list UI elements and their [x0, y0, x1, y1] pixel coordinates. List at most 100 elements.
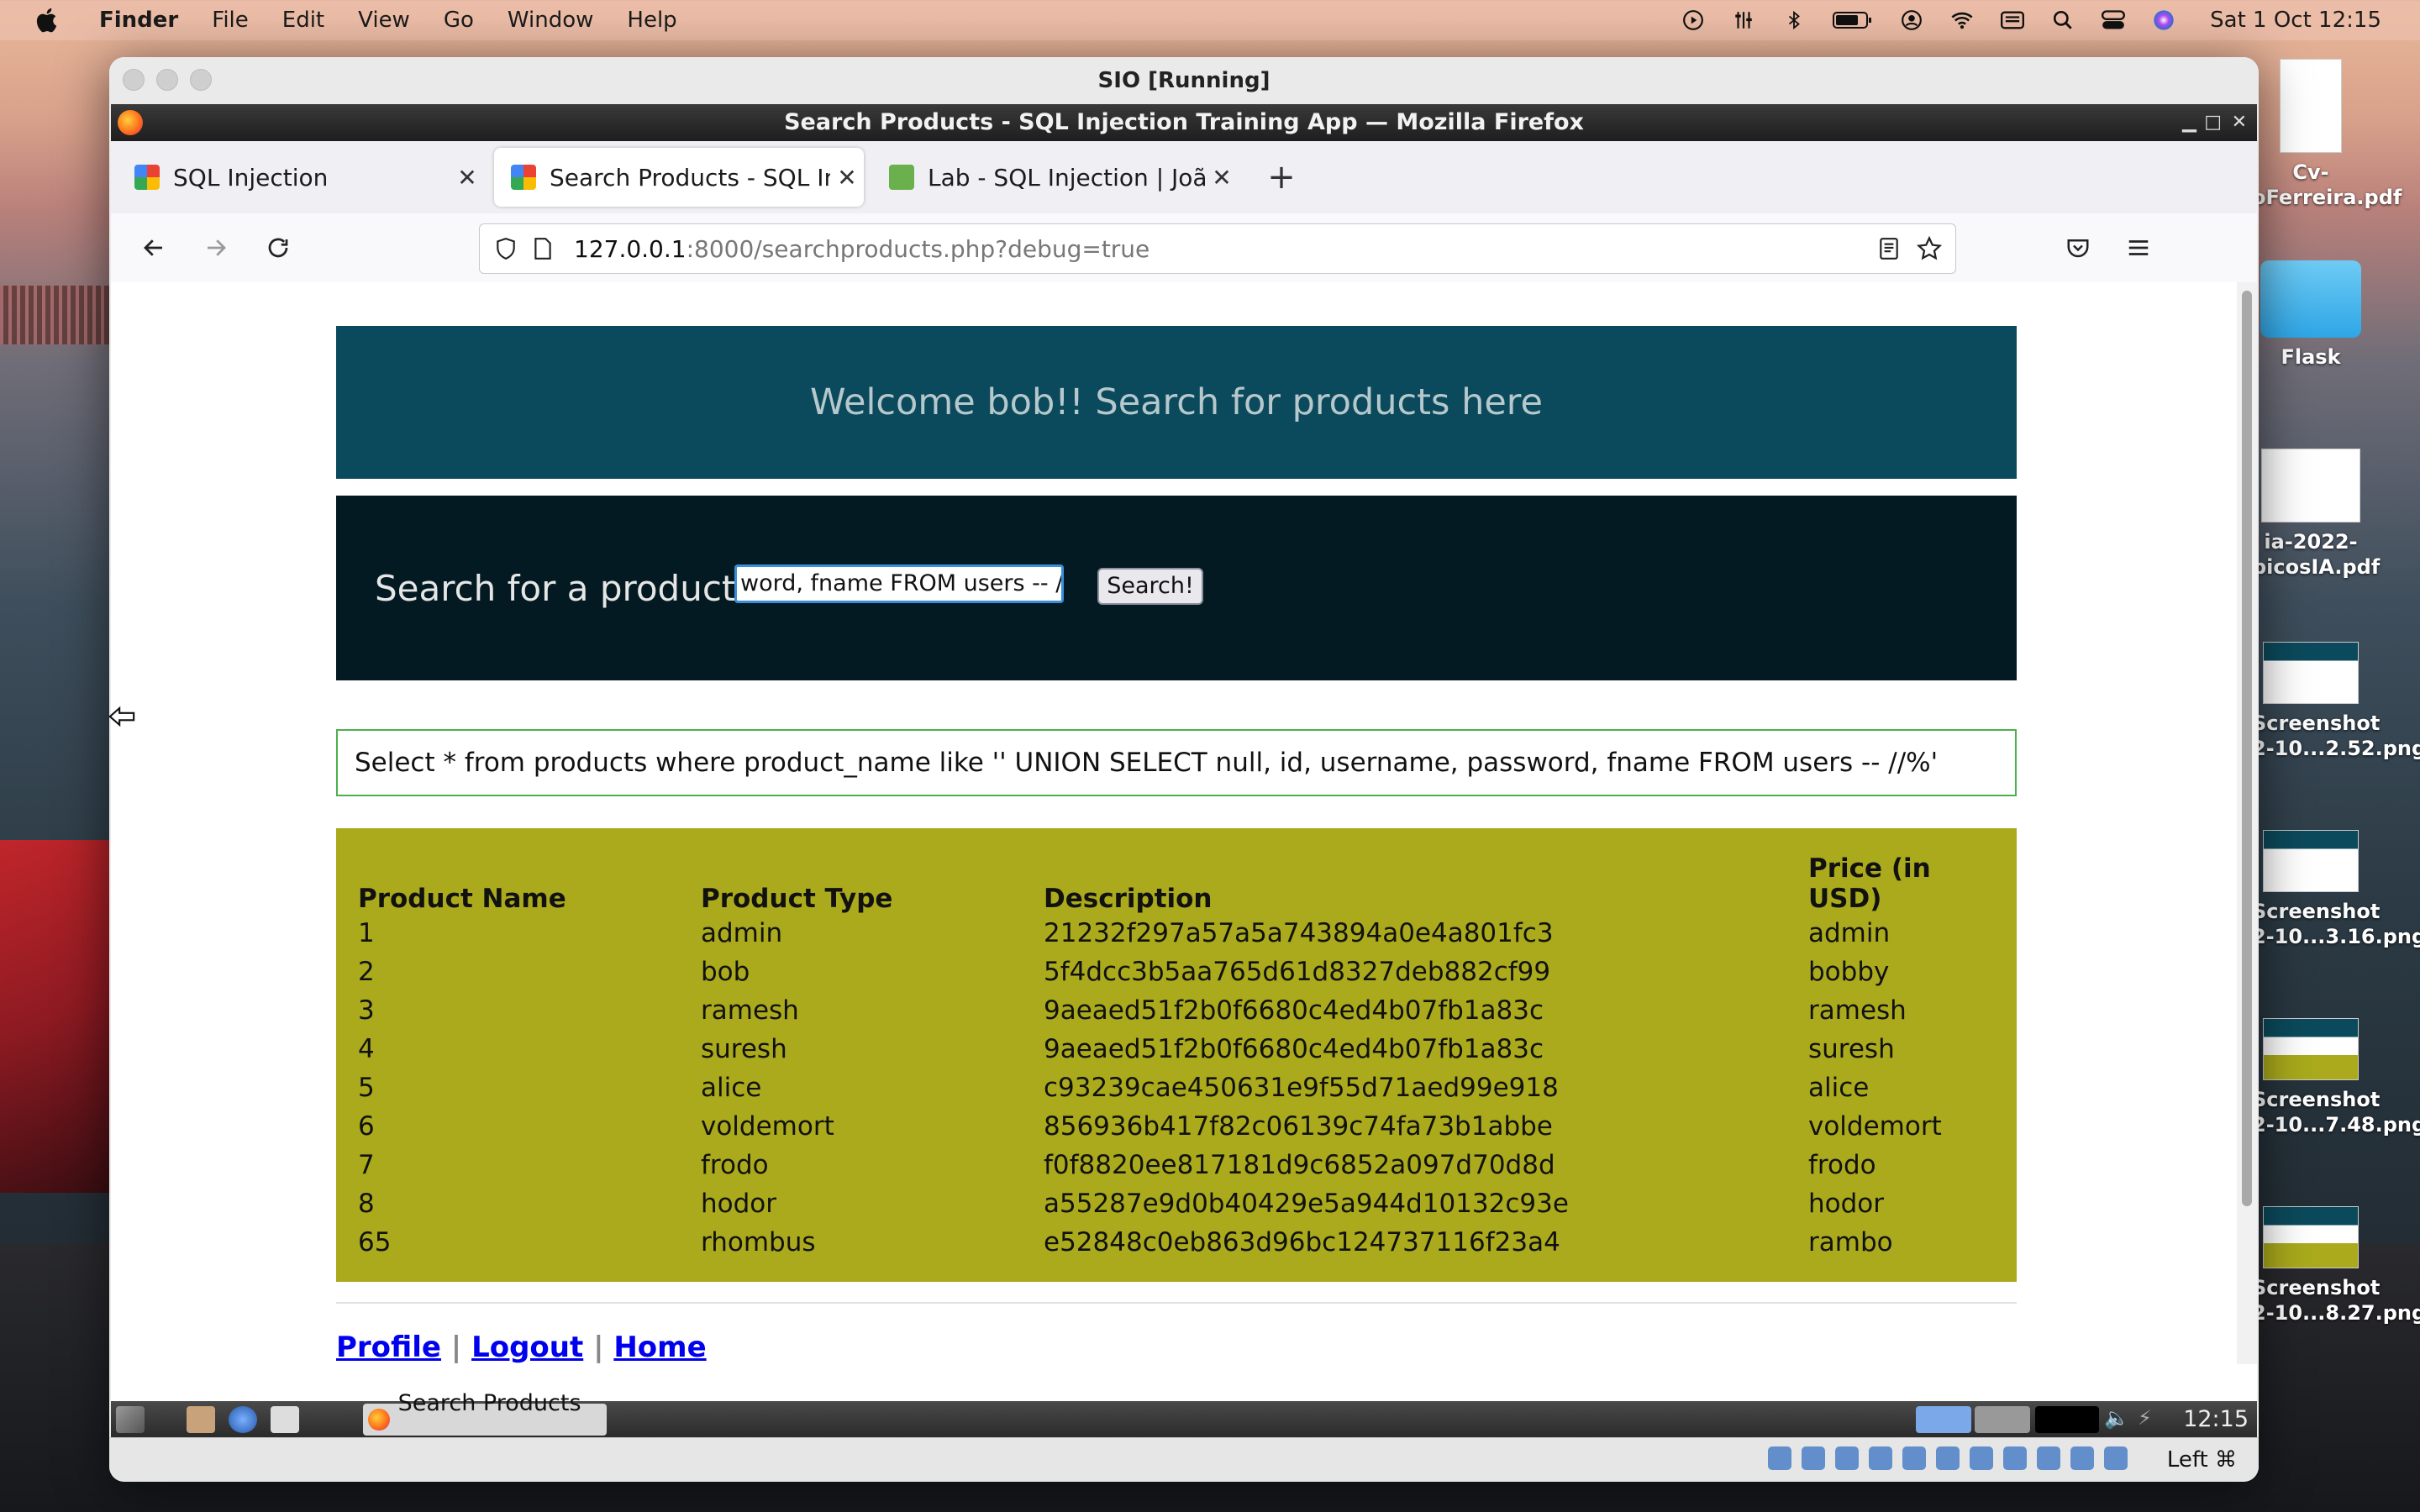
tab-close-icon[interactable]: ✕ [1205, 164, 1239, 192]
tab-close-icon[interactable]: ✕ [830, 164, 864, 192]
tab-lab-sql-injection[interactable]: Lab - SQL Injection | João ✕ [872, 148, 1239, 207]
tab-sql-injection[interactable]: SQL Injection ✕ [118, 148, 484, 207]
menu-go[interactable]: Go [444, 8, 474, 33]
image-thumbnail-icon [2263, 1206, 2359, 1268]
vm-window-title: SIO [Running] [109, 57, 2259, 104]
audio-device-icon[interactable] [1835, 1446, 1859, 1470]
spotlight-search-icon[interactable] [2050, 8, 2075, 32]
link-separator: | [583, 1331, 614, 1364]
volume-icon[interactable]: 🔈 [2104, 1406, 2129, 1433]
tab-search-products[interactable]: Search Products - SQL Inj ✕ [494, 148, 864, 207]
maximize-icon[interactable]: □ [2204, 104, 2222, 141]
user-account-icon[interactable] [1899, 8, 1924, 32]
wallpaper-road-red [0, 840, 109, 1193]
reader-view-icon[interactable] [1875, 234, 1903, 263]
menu-app-finder[interactable]: Finder [99, 8, 178, 33]
results-table-panel: Product Name Product Type Description Pr… [336, 828, 2017, 1282]
link-separator: | [440, 1331, 472, 1364]
app-menu-icon[interactable] [2119, 228, 2158, 267]
reload-button[interactable] [259, 228, 297, 267]
cell-product-type: frodo [701, 1150, 769, 1180]
menu-view[interactable]: View [358, 8, 410, 33]
web-browser-icon[interactable] [229, 1406, 257, 1433]
menu-window[interactable]: Window [508, 8, 594, 33]
desktop-icon-label: Cv- oFerreira.pdf [2252, 160, 2402, 209]
display-icon[interactable] [1970, 1446, 1993, 1470]
audio-mixer-icon[interactable] [1731, 8, 1756, 32]
file-manager-icon[interactable] [187, 1406, 215, 1433]
search-panel: Search for a product: word, fname FROM u… [336, 496, 2017, 680]
play-circle-icon[interactable] [1681, 8, 1706, 32]
bluetooth-icon[interactable] [1781, 8, 1807, 32]
tray-workspace-icon[interactable] [1975, 1406, 2030, 1433]
tab-close-icon[interactable]: ✕ [450, 164, 484, 192]
network-icon[interactable]: ⚡ [2138, 1406, 2163, 1433]
taskbar-firefox-task[interactable]: Search Products ... [363, 1390, 607, 1448]
menu-edit[interactable]: Edit [282, 8, 324, 33]
home-link[interactable]: Home [613, 1331, 706, 1364]
optical-drive-icon[interactable] [1802, 1446, 1825, 1470]
window-minimize-button[interactable] [156, 69, 178, 91]
desktop-icon-screenshot-1[interactable]: Screenshot 2-10...2.52.png [2252, 642, 2420, 761]
mouse-integration-icon[interactable] [2070, 1446, 2094, 1470]
back-button[interactable] [134, 228, 173, 267]
menubar-clock[interactable]: Sat 1 Oct 12:15 [2210, 8, 2381, 33]
menu-help[interactable]: Help [627, 8, 676, 33]
cell-price: admin [1808, 918, 1891, 948]
tray-firefox-icon[interactable] [1916, 1406, 1971, 1433]
tray-cpu-monitor-icon[interactable] [2035, 1406, 2099, 1433]
usb-device-icon[interactable] [1902, 1446, 1926, 1470]
start-menu-icon[interactable] [116, 1406, 145, 1433]
storage-device-icon[interactable] [1768, 1446, 1791, 1470]
minimize-icon[interactable]: ▁ [2182, 104, 2196, 141]
forward-button[interactable] [197, 228, 235, 267]
url-bar[interactable]: 127.0.0.1:8000/searchproducts.php?debug=… [479, 223, 1956, 274]
cell-description: 21232f297a57a5a743894a0e4a801fc3 [1044, 918, 1554, 948]
firefox-window-title: Search Products - SQL Injection Training… [784, 109, 1584, 135]
pocket-icon[interactable] [2059, 228, 2097, 267]
cpu-activity-icon[interactable] [2037, 1446, 2060, 1470]
wifi-icon[interactable] [1949, 8, 1975, 32]
desktop-icon-ia-pdf[interactable]: ia-2022- picosIA.pdf [2252, 449, 2380, 580]
menu-file[interactable]: File [212, 8, 249, 33]
cell-price: ramesh [1808, 995, 1907, 1026]
desktop-icon-cv-pdf[interactable]: Cv- oFerreira.pdf [2252, 59, 2402, 210]
tab-label: Search Products - SQL Inj [550, 163, 830, 192]
bookmark-star-icon[interactable] [1915, 234, 1944, 263]
page-info-icon[interactable] [529, 234, 557, 263]
desktop-icon-screenshot-2[interactable]: Screenshot 2-10...3.16.png [2252, 830, 2420, 949]
desktop-icon-screenshot-4[interactable]: Screenshot 2-10...8.27.png [2252, 1206, 2420, 1326]
host-key-label: Left ⌘ [2166, 1447, 2237, 1473]
tracking-shield-icon[interactable] [492, 234, 520, 263]
siri-icon[interactable] [2151, 8, 2176, 32]
keyboard-capture-icon[interactable] [2104, 1446, 2128, 1470]
battery-icon[interactable] [1832, 8, 1874, 32]
video-capture-icon[interactable] [2003, 1446, 2027, 1470]
close-icon[interactable]: ✕ [2232, 104, 2247, 141]
keyboard-input-icon[interactable] [2000, 8, 2025, 32]
cell-price: bobby [1808, 957, 1890, 987]
column-header-product-type: Product Type [701, 884, 893, 914]
cell-product-type: admin [701, 918, 783, 948]
page-scrollbar[interactable] [2237, 282, 2257, 1364]
desktop-icon-screenshot-3[interactable]: Screenshot 2-10...7.48.png [2252, 1018, 2420, 1137]
search-button[interactable]: Search! [1097, 568, 1203, 605]
logout-link[interactable]: Logout [471, 1331, 583, 1364]
window-close-button[interactable] [123, 69, 145, 91]
search-input[interactable]: word, fname FROM users -- // [734, 564, 1064, 603]
table-row: 6 voldemort 856936b417f82c06139c74fa73b1ab… [358, 1107, 1976, 1146]
cell-description: a55287e9d0b40429e5a944d10132c93e [1044, 1189, 1569, 1219]
profile-link[interactable]: Profile [336, 1331, 441, 1364]
url-path: :8000/searchproducts.php?debug=true [686, 234, 1150, 263]
shared-folders-icon[interactable] [1936, 1446, 1960, 1470]
window-zoom-button[interactable] [190, 69, 212, 91]
scrollbar-thumb[interactable] [2242, 291, 2252, 1206]
apple-icon[interactable] [34, 6, 62, 34]
terminal-icon[interactable] [271, 1406, 299, 1433]
control-center-icon[interactable] [2101, 8, 2126, 32]
table-row: 8 hodor a55287e9d0b40429e5a944d10132c93e ho… [358, 1184, 1976, 1223]
new-tab-button[interactable]: + [1260, 156, 1302, 198]
mouse-cursor-icon [108, 706, 135, 727]
network-adapter-icon[interactable] [1869, 1446, 1892, 1470]
desktop-icon-flask-folder[interactable]: Flask [2252, 260, 2370, 370]
